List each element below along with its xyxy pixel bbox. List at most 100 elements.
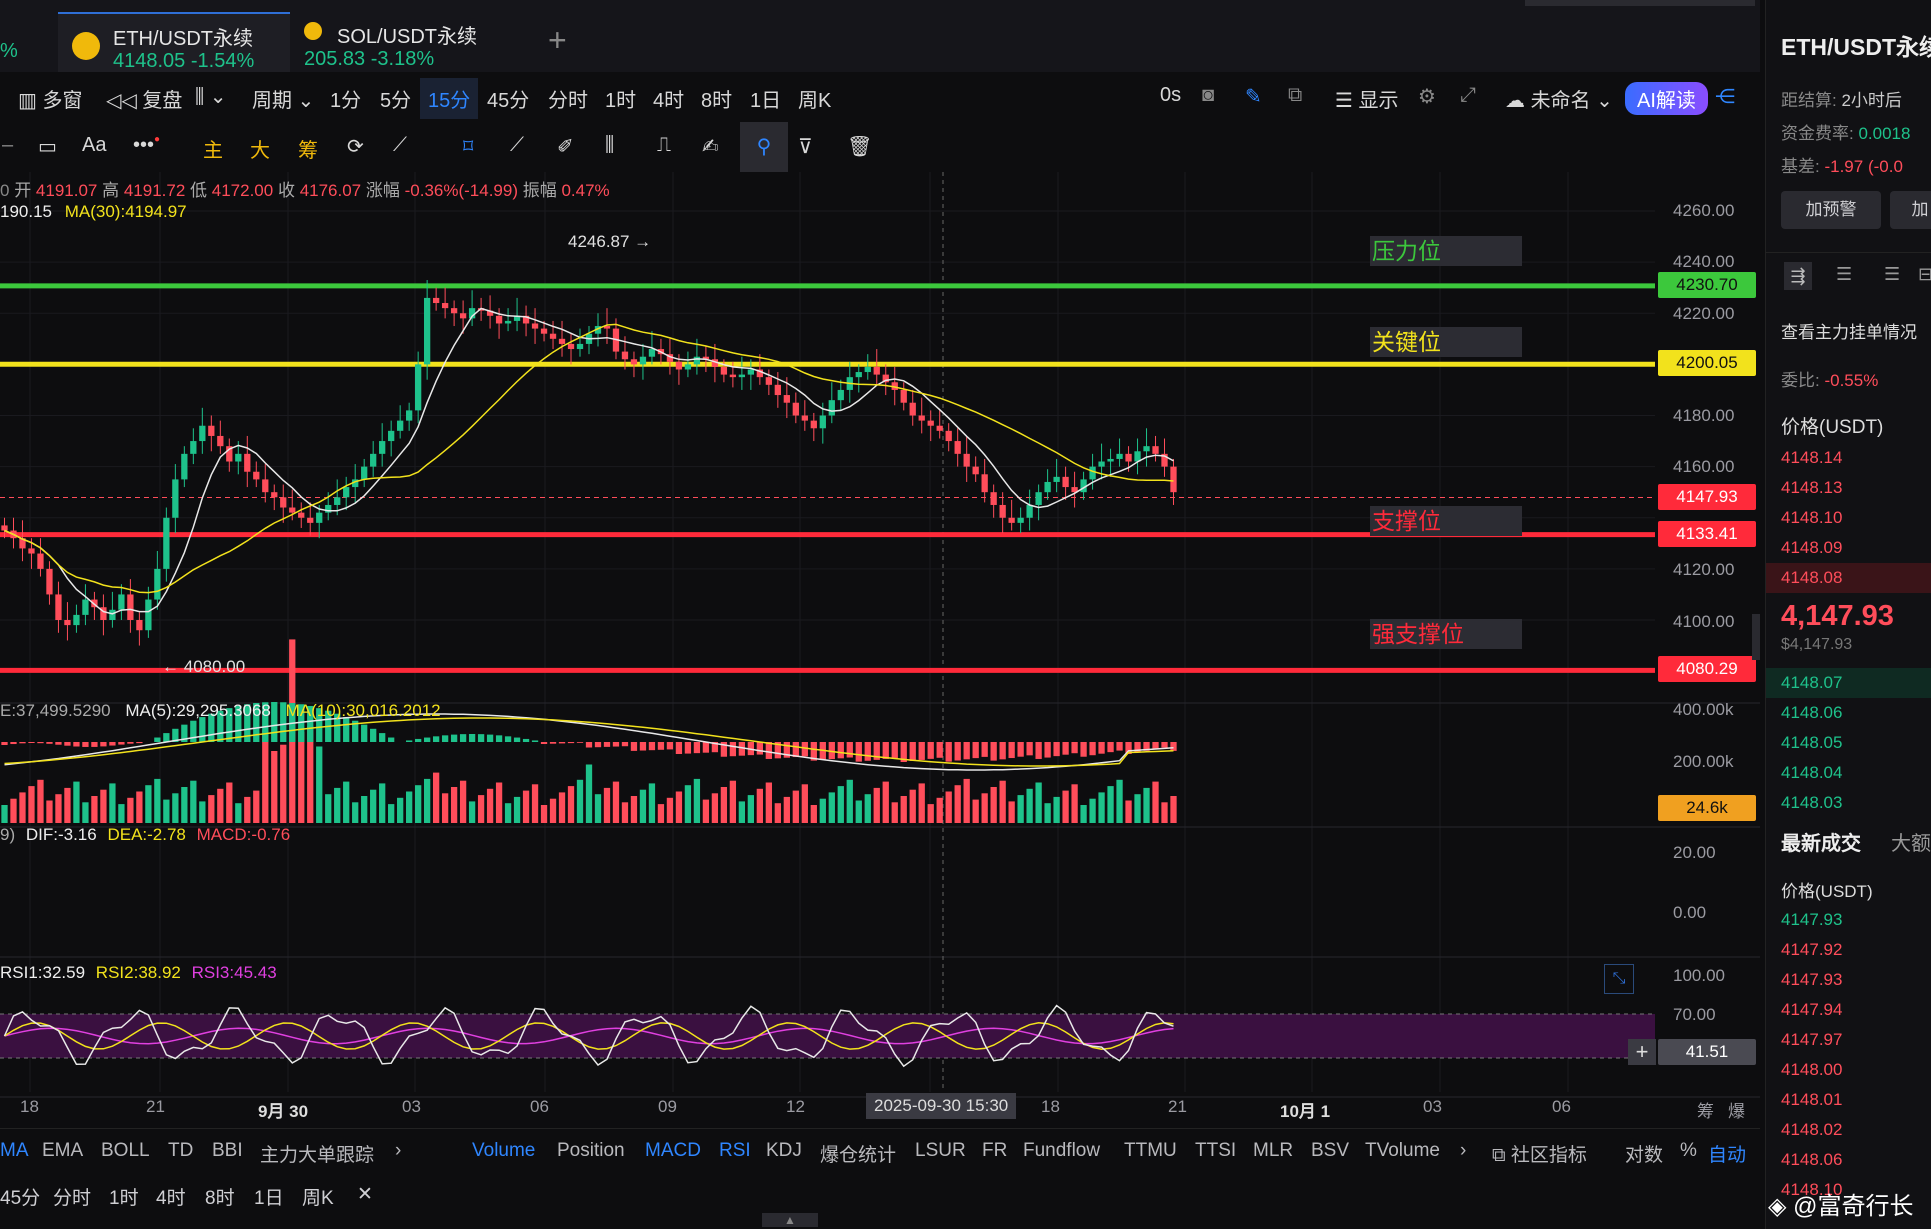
bid-row[interactable]: 4148.06: [1766, 698, 1931, 728]
ind-fundflow[interactable]: Fundflow: [1023, 1140, 1100, 1162]
interval-1d[interactable]: 1日: [750, 84, 781, 113]
ind-boll[interactable]: BOLL: [101, 1140, 150, 1162]
ind-kdj[interactable]: KDJ: [766, 1140, 802, 1162]
bookmark-tool-icon[interactable]: ⌑: [463, 134, 473, 159]
layout-icon[interactable]: ⧉: [1288, 84, 1302, 107]
fullscreen-icon[interactable]: ⤢: [1460, 84, 1476, 107]
share-icon[interactable]: ⋲: [1715, 84, 1735, 109]
ai-interpret-button[interactable]: AI解读: [1625, 82, 1708, 115]
lock-icon[interactable]: ⎍: [657, 134, 671, 157]
ind-bbi[interactable]: BBI: [212, 1140, 243, 1162]
ind-lsur[interactable]: LSUR: [915, 1140, 966, 1162]
auto-scale-button[interactable]: 自动: [1708, 1140, 1746, 1167]
trend-tool-icon[interactable]: ⟋: [393, 134, 407, 157]
ind-ma[interactable]: MA: [0, 1140, 29, 1162]
ind-ttmu[interactable]: TTMU: [1124, 1140, 1177, 1162]
ind-td[interactable]: TD: [168, 1140, 193, 1162]
ind-ttsi[interactable]: TTSI: [1195, 1140, 1236, 1162]
add-crosshair-icon[interactable]: +: [1628, 1039, 1656, 1065]
ask-row[interactable]: 4148.14: [1766, 443, 1931, 473]
interval-1m[interactable]: 1分: [330, 84, 361, 113]
edit-icon[interactable]: ✍: [702, 134, 719, 159]
interval-4h[interactable]: 4时: [653, 84, 684, 113]
magnet-icon[interactable]: ⚲: [740, 122, 788, 172]
big-order-button[interactable]: 大: [250, 134, 270, 163]
panel-toggle-icon[interactable]: ▲: [762, 1213, 818, 1227]
add-tab-icon[interactable]: +: [548, 22, 567, 59]
community-indicators[interactable]: ⧉ 社区指标: [1492, 1140, 1587, 1167]
interval-15m[interactable]: 15分: [420, 78, 479, 119]
collapse-handle[interactable]: [1752, 614, 1760, 660]
chart-type-button[interactable]: ⫼ ⌄: [195, 84, 227, 109]
camera-icon[interactable]: ◙: [1202, 84, 1214, 107]
interval-1h[interactable]: 1时: [605, 84, 636, 113]
liquidation-toggle[interactable]: 爆: [1728, 1097, 1745, 1122]
chips-toggle[interactable]: 筹: [1697, 1097, 1714, 1122]
line-tool-icon[interactable]: –: [2, 134, 13, 157]
add-alert-button[interactable]: 加预警: [1781, 191, 1881, 229]
filter-icon[interactable]: ⊽: [798, 134, 813, 159]
ind-mlr[interactable]: MLR: [1253, 1140, 1293, 1162]
ind-bsv[interactable]: BSV: [1311, 1140, 1349, 1162]
period-45m[interactable]: 45分: [0, 1183, 40, 1210]
more-tools-icon[interactable]: •••●: [133, 134, 160, 157]
ind-ema[interactable]: EMA: [42, 1140, 83, 1162]
large-trades-tab[interactable]: 大额: [1891, 827, 1931, 856]
interval-45m[interactable]: 45分: [487, 84, 529, 113]
interval-8h[interactable]: 8时: [701, 84, 732, 113]
ask-row[interactable]: 4148.13: [1766, 473, 1931, 503]
brush-icon[interactable]: ✐: [557, 134, 574, 159]
close-icon[interactable]: ✕: [357, 1183, 373, 1206]
ask-row[interactable]: 4148.10: [1766, 503, 1931, 533]
interval-timeshare[interactable]: 分时: [548, 84, 588, 113]
ind-fr[interactable]: FR: [982, 1140, 1007, 1162]
chevron-right-icon[interactable]: ›: [1460, 1140, 1466, 1162]
interval-week[interactable]: 周K: [798, 84, 831, 113]
settings-icon[interactable]: ⚙: [1418, 84, 1436, 109]
trash-icon[interactable]: 🗑︎: [847, 134, 872, 159]
period-1h[interactable]: 1时: [109, 1183, 139, 1210]
depth-title[interactable]: 查看主力挂单情况: [1781, 318, 1917, 343]
cloud-save-button[interactable]: ☁ 未命名 ⌄: [1505, 84, 1613, 113]
ind-liquidation[interactable]: 爆仓统计: [820, 1140, 896, 1167]
ind-rsi[interactable]: RSI: [719, 1140, 751, 1162]
orderbook-asks-icon[interactable]: ☰: [1884, 264, 1900, 285]
sync-icon[interactable]: ⟳: [347, 134, 364, 159]
search-box[interactable]: [1525, 0, 1755, 6]
multi-window-button[interactable]: ▥ 多窗: [18, 84, 82, 113]
ind-volume[interactable]: Volume: [472, 1140, 535, 1162]
period-4h[interactable]: 4时: [156, 1183, 186, 1210]
orderbook-both-icon[interactable]: ⇶: [1784, 262, 1812, 290]
main-indicator-button[interactable]: 主: [203, 134, 223, 163]
period-button[interactable]: 周期 ⌄: [252, 84, 314, 113]
tab-sol[interactable]: SOL/USDT永续 205.83 -3.18%: [292, 12, 492, 72]
tab-eth[interactable]: ETH/USDT永续 4148.05 -1.54%: [58, 12, 290, 74]
chips-button[interactable]: 筹: [298, 134, 318, 163]
compare-icon[interactable]: ⫼: [605, 134, 614, 157]
chevron-right-icon[interactable]: ›: [395, 1140, 401, 1162]
orderbook-more-icon[interactable]: ⊟: [1918, 264, 1931, 285]
add-button[interactable]: 加: [1890, 191, 1931, 229]
latest-trades-tab[interactable]: 最新成交: [1781, 827, 1861, 856]
bid-row[interactable]: 4148.05: [1766, 728, 1931, 758]
ask-row[interactable]: 4148.09: [1766, 533, 1931, 563]
period-1d[interactable]: 1日: [254, 1183, 284, 1210]
period-8h[interactable]: 8时: [205, 1183, 235, 1210]
ask-row[interactable]: 4148.08: [1766, 563, 1931, 593]
text-tool-button[interactable]: Aa: [82, 134, 106, 157]
bid-row[interactable]: 4148.03: [1766, 788, 1931, 818]
pencil-icon[interactable]: ✎: [1245, 84, 1262, 109]
display-button[interactable]: ☰ 显示: [1335, 84, 1399, 113]
ind-tvolume[interactable]: TVolume: [1365, 1140, 1440, 1162]
orderbook-bids-icon[interactable]: ☰: [1836, 264, 1852, 285]
ind-macd[interactable]: MACD: [645, 1140, 701, 1162]
ruler-icon[interactable]: ⟋: [510, 134, 524, 157]
period-week[interactable]: 周K: [302, 1183, 334, 1210]
bid-row[interactable]: 4148.07: [1766, 668, 1931, 698]
rect-tool-icon[interactable]: ▭: [38, 134, 57, 159]
replay-button[interactable]: ◁◁ 复盘: [106, 84, 182, 113]
interval-5m[interactable]: 5分: [380, 84, 411, 113]
expand-icon[interactable]: ⤡: [1604, 964, 1634, 994]
percent-scale-button[interactable]: %: [1680, 1140, 1697, 1162]
ind-position[interactable]: Position: [557, 1140, 625, 1162]
